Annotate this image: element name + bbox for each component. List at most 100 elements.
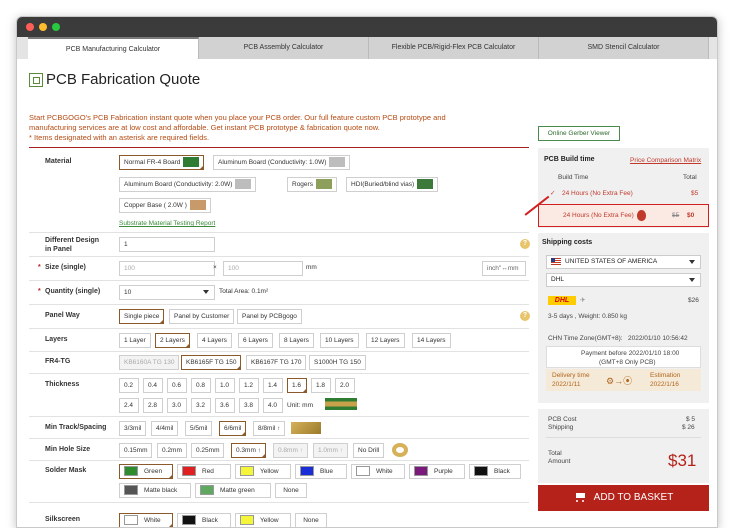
layer-option-14[interactable]: 14 Layers [412, 333, 451, 348]
material-rogers[interactable]: Rogers [287, 177, 337, 192]
substrate-testing-report-link[interactable]: Substrate Material Testing Report [119, 220, 215, 227]
material-copper-base[interactable]: Copper Base ( 2.0W ) [119, 198, 211, 213]
hole-option[interactable]: 0.25mm [191, 443, 225, 458]
highlighted-build-option[interactable]: 24 Hours (No Extra Fee) $5 $0 [538, 204, 709, 227]
close-window-button[interactable] [26, 23, 34, 31]
silkscreen-none[interactable]: None [295, 513, 327, 527]
thickness-option[interactable]: 1.4 [263, 378, 283, 393]
hole-option-selected[interactable]: 0.3mm ↑ [231, 443, 266, 458]
build-option-1[interactable]: 24 Hours (No Extra Fee) [562, 190, 633, 197]
material-aluminum-2w[interactable]: Aluminum Board (Conductivity: 2.0W) [119, 177, 257, 192]
thickness-option[interactable]: 0.2 [119, 378, 139, 393]
thickness-unit: Unit: mm [287, 402, 313, 409]
online-gerber-viewer-button[interactable]: Online Gerber Viewer [538, 126, 620, 141]
track-option[interactable]: 8/8mil ↑ [253, 421, 286, 436]
silkscreen-yellow[interactable]: Yellow [235, 513, 291, 527]
thickness-option[interactable]: 3.2 [191, 398, 211, 413]
help-icon[interactable]: ? [520, 239, 530, 249]
layer-option-10[interactable]: 10 Layers [320, 333, 359, 348]
tg-kb6160a[interactable]: KB6160A TG 130 [119, 355, 180, 370]
thickness-option[interactable]: 2.0 [335, 378, 355, 393]
add-to-basket-button[interactable]: ADD TO BASKET [538, 485, 709, 511]
layer-option-4[interactable]: 4 Layers [197, 333, 232, 348]
color-swatch [182, 466, 196, 477]
size-height-input[interactable]: 100 [223, 261, 303, 276]
tg-kb6167f[interactable]: KB6167F TG 170 [246, 355, 307, 370]
thickness-option[interactable]: 3.8 [239, 398, 259, 413]
silkscreen-black[interactable]: Black [177, 513, 231, 527]
thickness-option[interactable]: 3.0 [167, 398, 187, 413]
solder-option-label: Red [202, 468, 214, 475]
maximize-window-button[interactable] [52, 23, 60, 31]
hole-option[interactable]: 0.15mm [119, 443, 153, 458]
material-aluminum-1w[interactable]: Aluminum Board (Conductivity: 1.0W) [213, 155, 351, 170]
material-option-label: Normal FR-4 Board [124, 159, 181, 166]
size-width-input[interactable]: 100 [119, 261, 215, 276]
hole-option[interactable]: 1.0mm ↑ [313, 443, 348, 458]
hole-option[interactable]: 0.8mm ↑ [273, 443, 308, 458]
layer-option-1[interactable]: 1 Layer [119, 333, 151, 348]
thickness-option[interactable]: 1.2 [239, 378, 259, 393]
material-hdi[interactable]: HDI(Buried/blind vias) [346, 177, 439, 192]
solder-red[interactable]: Red [177, 464, 231, 479]
panel-by-customer[interactable]: Panel by Customer [169, 309, 235, 324]
solder-green[interactable]: Green [119, 464, 173, 479]
material-normal-fr4[interactable]: Normal FR-4 Board [119, 155, 205, 170]
tab-smd-stencil[interactable]: SMD Stencil Calculator [539, 37, 709, 59]
track-option[interactable]: 4/4mil [151, 421, 179, 436]
track-option[interactable]: 5/5mil [185, 421, 213, 436]
thickness-option[interactable]: 0.6 [167, 378, 187, 393]
solder-blue[interactable]: Blue [295, 464, 347, 479]
build-option-2-old-price: $5 [672, 212, 680, 219]
thickness-option[interactable]: 3.6 [215, 398, 235, 413]
solder-yellow[interactable]: Yellow [235, 464, 291, 479]
solder-black[interactable]: Black [469, 464, 521, 479]
tab-flex-pcb[interactable]: Flexible PCB/Rigid-Flex PCB Calculator [369, 37, 539, 59]
chevron-down-icon [203, 290, 209, 294]
design-in-panel-input[interactable]: 1 [119, 237, 215, 252]
solder-none[interactable]: None [275, 483, 307, 498]
thickness-option[interactable]: 0.4 [143, 378, 163, 393]
solder-white[interactable]: White [351, 464, 405, 479]
track-option-selected[interactable]: 6/6mil [219, 421, 247, 436]
pcb-cost-label: PCB Cost [548, 416, 577, 423]
solder-purple[interactable]: Purple [409, 464, 465, 479]
payment-deadline-box: Payment before 2022/01/10 18:00 (GMT+8 O… [546, 346, 701, 368]
intro-line-2: manufacturing services are at low cost a… [29, 123, 380, 132]
thickness-option[interactable]: 2.4 [119, 398, 139, 413]
country-select[interactable]: UNITED STATES OF AMERICA [546, 255, 701, 269]
color-swatch [182, 515, 196, 526]
thickness-option[interactable]: 2.8 [143, 398, 163, 413]
panel-single-piece[interactable]: Single piece [119, 309, 165, 324]
unit-toggle-button[interactable]: inch"↔mm [482, 261, 526, 276]
carrier-select[interactable]: DHL [546, 273, 701, 287]
thickness-option[interactable]: 1.0 [215, 378, 235, 393]
tg-s1000h[interactable]: S1000H TG 150 [309, 355, 366, 370]
quantity-select[interactable]: 10 [119, 285, 215, 300]
aluminum-board-icon [235, 179, 252, 190]
solder-matte-green[interactable]: Matte green [195, 483, 271, 498]
price-comparison-link[interactable]: Price Comparison Matrix [630, 157, 701, 164]
solder-matte-black[interactable]: Matte black [119, 483, 191, 498]
shipping-panel: Shipping costs UNITED STATES OF AMERICA … [538, 233, 709, 403]
track-option[interactable]: 3/3mil [119, 421, 147, 436]
layer-option-12[interactable]: 12 Layers [366, 333, 405, 348]
tab-pcb-manufacturing[interactable]: PCB Manufacturing Calculator [28, 37, 199, 59]
help-icon[interactable]: ? [520, 311, 530, 321]
thickness-option[interactable]: 4.0 [263, 398, 283, 413]
hole-option[interactable]: 0.2mm [157, 443, 187, 458]
thickness-option[interactable]: 1.8 [311, 378, 331, 393]
panel-by-pcbgogo[interactable]: Panel by PCBgogo [237, 309, 302, 324]
thickness-option-selected[interactable]: 1.6 [287, 378, 307, 393]
minimize-window-button[interactable] [39, 23, 47, 31]
layer-option-6[interactable]: 6 Layers [238, 333, 273, 348]
silkscreen-white[interactable]: White [119, 513, 173, 527]
tg-kb6165f[interactable]: KB6165F TG 150 [181, 355, 242, 370]
thickness-option[interactable]: 0.8 [191, 378, 211, 393]
tab-pcb-assembly[interactable]: PCB Assembly Calculator [199, 37, 369, 59]
layer-option-8[interactable]: 8 Layers [279, 333, 314, 348]
panel-way-row: Panel Way Single piece Panel by Customer… [29, 305, 530, 329]
layer-option-2[interactable]: 2 Layers [155, 333, 190, 348]
solder-option-label: Yellow [260, 468, 279, 475]
hole-option[interactable]: No Drill [353, 443, 385, 458]
